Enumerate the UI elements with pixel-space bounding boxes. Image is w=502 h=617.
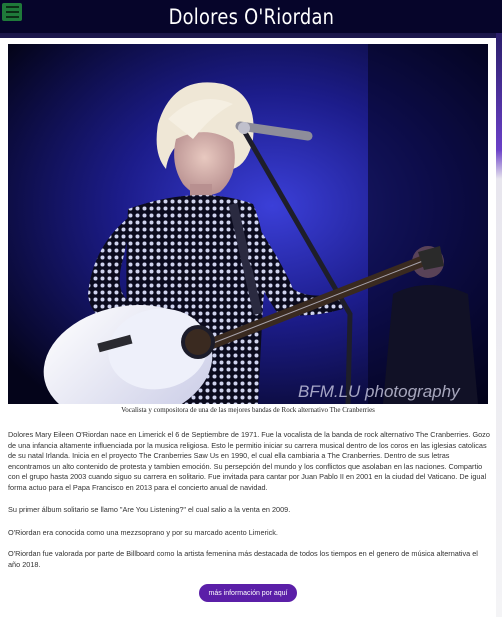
article-paragraph: O'Riordan era conocida como una mezzsopr…: [8, 528, 278, 537]
article-paragraph: Su primer álbum solitario se llamo "Are …: [8, 505, 291, 514]
page-title: Dolores O'Riordan: [168, 4, 334, 29]
hero-photo: BFM.LU photography: [8, 44, 488, 404]
hamburger-menu-icon[interactable]: [2, 3, 22, 21]
concert-photo-illustration: BFM.LU photography: [8, 44, 488, 404]
more-info-button[interactable]: más información por aquí: [199, 584, 297, 602]
photo-watermark: BFM.LU photography: [298, 382, 461, 401]
article-paragraph: Dolores Mary Eileen O'Riordan nace en Li…: [8, 430, 490, 492]
article-paragraph: O'Riordan fue valorada por parte de Bill…: [8, 549, 478, 569]
photo-caption: Vocalista y compositora de una de las me…: [121, 406, 375, 414]
main-content: BFM.LU photography Vocalista y composito…: [0, 38, 496, 617]
scrollbar-track[interactable]: [496, 33, 502, 617]
top-navbar: Dolores O'Riordan: [0, 0, 502, 33]
